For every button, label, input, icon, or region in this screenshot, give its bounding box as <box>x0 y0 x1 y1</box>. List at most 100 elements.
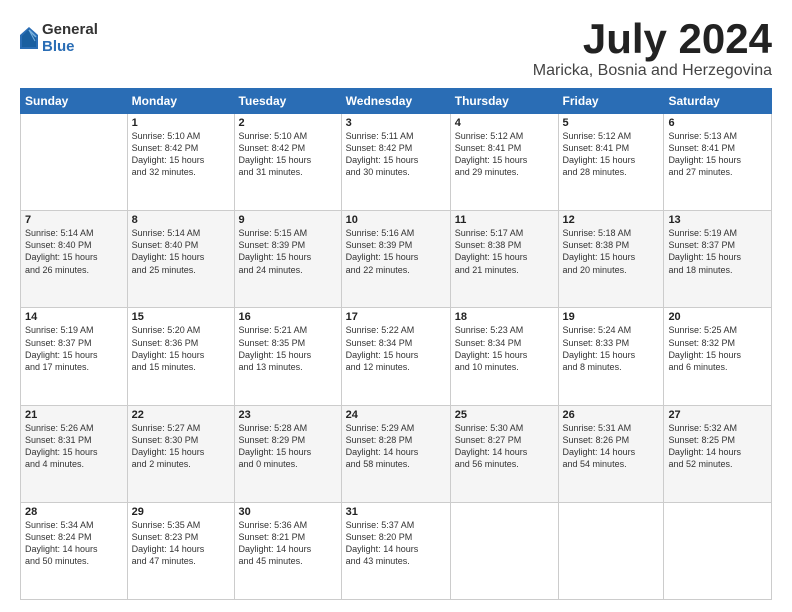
month-title: July 2024 <box>533 18 772 60</box>
table-row: 11Sunrise: 5:17 AM Sunset: 8:38 PM Dayli… <box>450 211 558 308</box>
header-saturday: Saturday <box>664 89 772 114</box>
day-number: 31 <box>346 506 446 518</box>
table-row: 24Sunrise: 5:29 AM Sunset: 8:28 PM Dayli… <box>341 405 450 502</box>
title-block: July 2024 Maricka, Bosnia and Herzegovin… <box>533 18 772 80</box>
header-tuesday: Tuesday <box>234 89 341 114</box>
header: General Blue July 2024 Maricka, Bosnia a… <box>20 18 772 80</box>
day-info: Sunrise: 5:25 AM Sunset: 8:32 PM Dayligh… <box>668 324 767 373</box>
table-row: 19Sunrise: 5:24 AM Sunset: 8:33 PM Dayli… <box>558 308 664 405</box>
calendar-week-row: 14Sunrise: 5:19 AM Sunset: 8:37 PM Dayli… <box>21 308 772 405</box>
day-info: Sunrise: 5:10 AM Sunset: 8:42 PM Dayligh… <box>132 130 230 179</box>
table-row: 18Sunrise: 5:23 AM Sunset: 8:34 PM Dayli… <box>450 308 558 405</box>
day-info: Sunrise: 5:28 AM Sunset: 8:29 PM Dayligh… <box>239 422 337 471</box>
day-info: Sunrise: 5:10 AM Sunset: 8:42 PM Dayligh… <box>239 130 337 179</box>
table-row: 5Sunrise: 5:12 AM Sunset: 8:41 PM Daylig… <box>558 114 664 211</box>
day-number: 22 <box>132 409 230 421</box>
day-info: Sunrise: 5:12 AM Sunset: 8:41 PM Dayligh… <box>563 130 660 179</box>
day-number: 6 <box>668 117 767 129</box>
table-row: 16Sunrise: 5:21 AM Sunset: 8:35 PM Dayli… <box>234 308 341 405</box>
table-row: 30Sunrise: 5:36 AM Sunset: 8:21 PM Dayli… <box>234 502 341 599</box>
day-number: 5 <box>563 117 660 129</box>
calendar: Sunday Monday Tuesday Wednesday Thursday… <box>20 88 772 600</box>
table-row: 8Sunrise: 5:14 AM Sunset: 8:40 PM Daylig… <box>127 211 234 308</box>
table-row: 20Sunrise: 5:25 AM Sunset: 8:32 PM Dayli… <box>664 308 772 405</box>
table-row: 1Sunrise: 5:10 AM Sunset: 8:42 PM Daylig… <box>127 114 234 211</box>
day-info: Sunrise: 5:31 AM Sunset: 8:26 PM Dayligh… <box>563 422 660 471</box>
day-info: Sunrise: 5:14 AM Sunset: 8:40 PM Dayligh… <box>25 227 123 276</box>
day-number: 28 <box>25 506 123 518</box>
day-number: 11 <box>455 214 554 226</box>
day-info: Sunrise: 5:17 AM Sunset: 8:38 PM Dayligh… <box>455 227 554 276</box>
table-row: 26Sunrise: 5:31 AM Sunset: 8:26 PM Dayli… <box>558 405 664 502</box>
day-info: Sunrise: 5:21 AM Sunset: 8:35 PM Dayligh… <box>239 324 337 373</box>
table-row: 25Sunrise: 5:30 AM Sunset: 8:27 PM Dayli… <box>450 405 558 502</box>
day-info: Sunrise: 5:22 AM Sunset: 8:34 PM Dayligh… <box>346 324 446 373</box>
table-row <box>664 502 772 599</box>
day-number: 2 <box>239 117 337 129</box>
table-row: 22Sunrise: 5:27 AM Sunset: 8:30 PM Dayli… <box>127 405 234 502</box>
day-info: Sunrise: 5:23 AM Sunset: 8:34 PM Dayligh… <box>455 324 554 373</box>
day-number: 8 <box>132 214 230 226</box>
day-number: 30 <box>239 506 337 518</box>
table-row: 17Sunrise: 5:22 AM Sunset: 8:34 PM Dayli… <box>341 308 450 405</box>
header-friday: Friday <box>558 89 664 114</box>
day-number: 18 <box>455 311 554 323</box>
day-info: Sunrise: 5:37 AM Sunset: 8:20 PM Dayligh… <box>346 519 446 568</box>
day-info: Sunrise: 5:30 AM Sunset: 8:27 PM Dayligh… <box>455 422 554 471</box>
day-info: Sunrise: 5:12 AM Sunset: 8:41 PM Dayligh… <box>455 130 554 179</box>
day-number: 16 <box>239 311 337 323</box>
day-info: Sunrise: 5:19 AM Sunset: 8:37 PM Dayligh… <box>25 324 123 373</box>
table-row: 13Sunrise: 5:19 AM Sunset: 8:37 PM Dayli… <box>664 211 772 308</box>
logo-text: General Blue <box>42 22 98 55</box>
table-row <box>21 114 128 211</box>
day-info: Sunrise: 5:36 AM Sunset: 8:21 PM Dayligh… <box>239 519 337 568</box>
day-number: 4 <box>455 117 554 129</box>
day-number: 25 <box>455 409 554 421</box>
day-info: Sunrise: 5:34 AM Sunset: 8:24 PM Dayligh… <box>25 519 123 568</box>
table-row: 6Sunrise: 5:13 AM Sunset: 8:41 PM Daylig… <box>664 114 772 211</box>
table-row: 27Sunrise: 5:32 AM Sunset: 8:25 PM Dayli… <box>664 405 772 502</box>
day-number: 9 <box>239 214 337 226</box>
table-row: 7Sunrise: 5:14 AM Sunset: 8:40 PM Daylig… <box>21 211 128 308</box>
header-wednesday: Wednesday <box>341 89 450 114</box>
calendar-week-row: 7Sunrise: 5:14 AM Sunset: 8:40 PM Daylig… <box>21 211 772 308</box>
day-info: Sunrise: 5:15 AM Sunset: 8:39 PM Dayligh… <box>239 227 337 276</box>
day-number: 7 <box>25 214 123 226</box>
logo-icon <box>20 27 38 49</box>
table-row: 4Sunrise: 5:12 AM Sunset: 8:41 PM Daylig… <box>450 114 558 211</box>
header-thursday: Thursday <box>450 89 558 114</box>
calendar-page: General Blue July 2024 Maricka, Bosnia a… <box>0 0 792 612</box>
weekday-header-row: Sunday Monday Tuesday Wednesday Thursday… <box>21 89 772 114</box>
day-number: 19 <box>563 311 660 323</box>
day-number: 17 <box>346 311 446 323</box>
table-row: 15Sunrise: 5:20 AM Sunset: 8:36 PM Dayli… <box>127 308 234 405</box>
table-row <box>558 502 664 599</box>
table-row: 23Sunrise: 5:28 AM Sunset: 8:29 PM Dayli… <box>234 405 341 502</box>
day-number: 13 <box>668 214 767 226</box>
calendar-week-row: 1Sunrise: 5:10 AM Sunset: 8:42 PM Daylig… <box>21 114 772 211</box>
day-number: 27 <box>668 409 767 421</box>
table-row: 12Sunrise: 5:18 AM Sunset: 8:38 PM Dayli… <box>558 211 664 308</box>
table-row: 31Sunrise: 5:37 AM Sunset: 8:20 PM Dayli… <box>341 502 450 599</box>
header-sunday: Sunday <box>21 89 128 114</box>
table-row: 3Sunrise: 5:11 AM Sunset: 8:42 PM Daylig… <box>341 114 450 211</box>
day-number: 10 <box>346 214 446 226</box>
header-monday: Monday <box>127 89 234 114</box>
table-row: 14Sunrise: 5:19 AM Sunset: 8:37 PM Dayli… <box>21 308 128 405</box>
table-row: 28Sunrise: 5:34 AM Sunset: 8:24 PM Dayli… <box>21 502 128 599</box>
day-info: Sunrise: 5:11 AM Sunset: 8:42 PM Dayligh… <box>346 130 446 179</box>
day-info: Sunrise: 5:27 AM Sunset: 8:30 PM Dayligh… <box>132 422 230 471</box>
day-info: Sunrise: 5:16 AM Sunset: 8:39 PM Dayligh… <box>346 227 446 276</box>
table-row: 2Sunrise: 5:10 AM Sunset: 8:42 PM Daylig… <box>234 114 341 211</box>
day-number: 15 <box>132 311 230 323</box>
day-number: 12 <box>563 214 660 226</box>
calendar-table: Sunday Monday Tuesday Wednesday Thursday… <box>20 88 772 600</box>
day-number: 14 <box>25 311 123 323</box>
calendar-week-row: 28Sunrise: 5:34 AM Sunset: 8:24 PM Dayli… <box>21 502 772 599</box>
table-row: 21Sunrise: 5:26 AM Sunset: 8:31 PM Dayli… <box>21 405 128 502</box>
day-number: 1 <box>132 117 230 129</box>
day-number: 21 <box>25 409 123 421</box>
day-info: Sunrise: 5:26 AM Sunset: 8:31 PM Dayligh… <box>25 422 123 471</box>
day-info: Sunrise: 5:35 AM Sunset: 8:23 PM Dayligh… <box>132 519 230 568</box>
logo: General Blue <box>20 22 98 55</box>
